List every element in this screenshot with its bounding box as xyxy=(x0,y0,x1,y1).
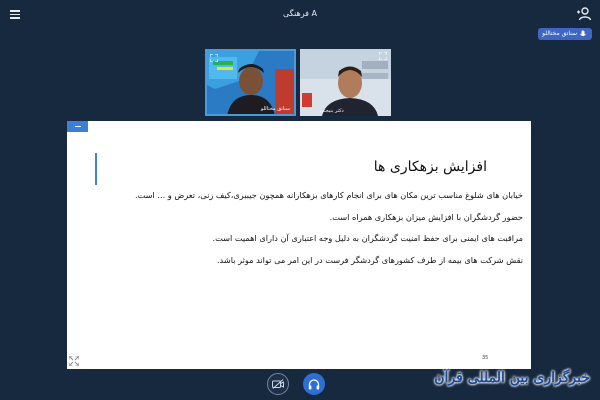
top-bar: A فرهنگی xyxy=(0,0,600,28)
audio-button[interactable] xyxy=(303,373,325,395)
slide-accent-line xyxy=(95,153,97,185)
video-name: دکتر بنیجتی xyxy=(320,108,344,114)
video-name: سناتق مختاللو xyxy=(260,106,290,112)
speaker-name: سناتق مختاللو xyxy=(542,30,577,37)
slide-page-number: 35 xyxy=(482,355,489,361)
room-title: A فرهنگی xyxy=(283,9,317,18)
video-tile-presenter[interactable]: سناتق مختاللو xyxy=(205,49,296,116)
fullscreen-icon[interactable] xyxy=(69,356,79,366)
camera-icon xyxy=(272,379,284,389)
video-tile-participant[interactable]: دکتر بنیجتی xyxy=(300,49,391,116)
expand-icon[interactable] xyxy=(379,52,387,60)
slide-paragraph: مراقبت های ایمنی برای حفظ امنیت گردشگران… xyxy=(212,233,524,244)
logo-text: خبرگزاری بین المللی قرآن xyxy=(434,370,590,386)
slide-paragraph: حضور گردشگران با افزایش میزان بزهکاری هم… xyxy=(329,211,523,222)
mic-icon xyxy=(580,30,586,37)
users-icon[interactable] xyxy=(576,7,592,21)
camera-button[interactable] xyxy=(267,373,289,395)
slide-title: افزایش بزهکاری ها xyxy=(373,159,487,175)
watermark-logo: خبرگزاری بین المللی قرآن xyxy=(434,362,594,394)
minimize-presentation-button[interactable] xyxy=(67,121,88,132)
expand-icon[interactable] xyxy=(210,54,218,62)
participant-video xyxy=(300,49,391,116)
presentation-area: افزایش بزهکاری ها خیابان های شلوغ مناسب … xyxy=(67,121,531,369)
headphones-icon xyxy=(308,378,320,389)
speaker-badge: سناتق مختاللو xyxy=(538,28,592,40)
slide-paragraph: خیابان های شلوغ مناسب ترین مکان های برای… xyxy=(135,190,523,200)
slide-body: خیابان های شلوغ مناسب ترین مکان های برای… xyxy=(83,189,523,276)
slide-paragraph: نقش شرکت های بیمه از طرف کشورهای گردشگر … xyxy=(216,255,523,266)
